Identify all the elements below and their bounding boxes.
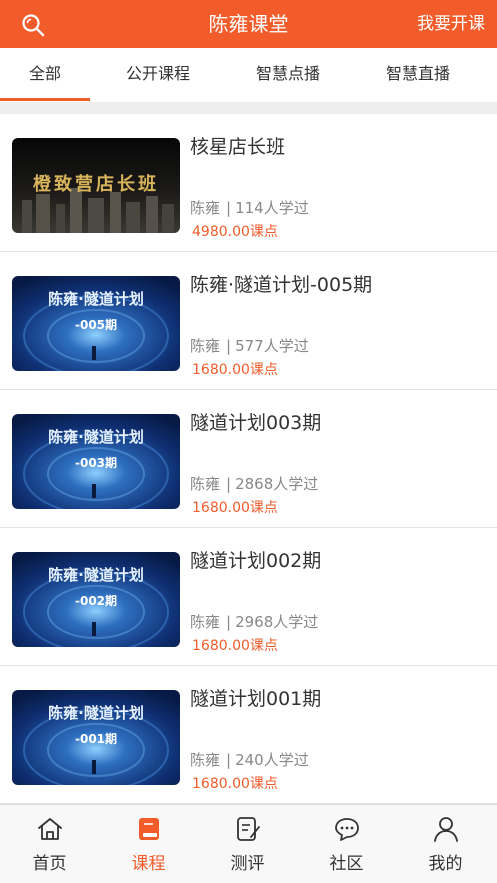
course-price: 1680.00课点 — [192, 500, 278, 516]
course-meta: 陈雍 | 2968人学过 — [190, 612, 318, 632]
course-item[interactable]: 陈雍·隧道计划 -001期 隧道计划001期 陈雍 | 240人学过 1680.00… — [0, 666, 497, 804]
nav-profile[interactable]: 我的 — [396, 805, 495, 883]
chat-icon — [333, 815, 361, 843]
nav-courses[interactable]: 课程 — [99, 805, 198, 883]
teacher-name: 陈雍 — [190, 475, 221, 493]
course-thumbnail: 陈雍·隧道计划 -005期 — [12, 276, 180, 371]
learner-count: 2868人学过 — [235, 475, 319, 493]
nav-label: 课程 — [131, 854, 166, 874]
course-thumbnail: 陈雍·隧道计划 -002期 — [12, 552, 180, 647]
course-item[interactable]: 陈雍·隧道计划 -005期 陈雍·隧道计划-005期 陈雍 | 577人学过 168… — [0, 252, 497, 390]
tab-public-courses[interactable]: 公开课程 — [108, 48, 208, 102]
section-divider — [0, 102, 497, 114]
category-tabs: 全部 公开课程 智慧点播 智慧直播 — [0, 48, 497, 102]
thumbnail-caption: 橙致营店长班 — [33, 173, 159, 195]
edit-icon — [234, 815, 262, 843]
tab-smart-live[interactable]: 智慧直播 — [366, 48, 470, 102]
nav-home[interactable]: 首页 — [0, 805, 99, 883]
course-item[interactable]: 陈雍·隧道计划 -002期 隧道计划002期 陈雍 | 2968人学过 1680.0… — [0, 528, 497, 666]
course-item[interactable]: 橙致营店长班 核星店长班 陈雍 | 114人学过 4980.00课点 — [0, 114, 497, 252]
course-price: 1680.00课点 — [192, 362, 278, 378]
meta-separator: | — [226, 337, 232, 355]
thumbnail-subcaption: -003期 — [75, 455, 117, 470]
meta-separator: | — [226, 613, 232, 631]
course-meta: 陈雍 | 2868人学过 — [190, 474, 318, 494]
thumbnail-subcaption: -001期 — [75, 731, 117, 746]
nav-label: 我的 — [428, 854, 463, 874]
thumbnail-caption: 陈雍·隧道计划 — [48, 290, 144, 308]
course-meta: 陈雍 | 577人学过 — [190, 336, 309, 356]
course-list: 橙致营店长班 核星店长班 陈雍 | 114人学过 4980.00课点 陈雍·隧道… — [0, 114, 497, 804]
learner-count: 240人学过 — [235, 751, 309, 769]
course-item[interactable]: 陈雍·隧道计划 -003期 隧道计划003期 陈雍 | 2868人学过 1680.0… — [0, 390, 497, 528]
teacher-name: 陈雍 — [190, 751, 221, 769]
course-meta: 陈雍 | 114人学过 — [190, 198, 309, 218]
teacher-name: 陈雍 — [190, 199, 221, 217]
thumbnail-subcaption: -002期 — [75, 593, 117, 608]
thumbnail-subcaption: -005期 — [75, 317, 117, 332]
learner-count: 577人学过 — [235, 337, 309, 355]
meta-separator: | — [226, 475, 232, 493]
course-price: 1680.00课点 — [192, 776, 278, 792]
top-bar: 陈雍课堂 我要开课 — [0, 0, 497, 48]
nav-assessment[interactable]: 测评 — [198, 805, 297, 883]
book-icon — [135, 815, 163, 843]
course-title: 陈雍·隧道计划-005期 — [190, 274, 373, 296]
nav-label: 测评 — [230, 854, 265, 874]
teacher-name: 陈雍 — [190, 337, 221, 355]
active-tab-indicator — [0, 98, 90, 101]
nav-community[interactable]: 社区 — [297, 805, 396, 883]
open-course-button[interactable]: 我要开课 — [417, 13, 485, 35]
course-thumbnail: 橙致营店长班 — [12, 138, 180, 233]
tab-smart-vod[interactable]: 智慧点播 — [236, 48, 340, 102]
user-icon — [432, 815, 460, 843]
course-meta: 陈雍 | 240人学过 — [190, 750, 309, 770]
thumbnail-caption: 陈雍·隧道计划 — [48, 566, 144, 584]
thumbnail-caption: 陈雍·隧道计划 — [48, 428, 144, 446]
teacher-name: 陈雍 — [190, 613, 221, 631]
course-title: 隧道计划003期 — [190, 412, 322, 434]
course-price: 1680.00课点 — [192, 638, 278, 654]
course-title: 隧道计划002期 — [190, 550, 322, 572]
meta-separator: | — [226, 751, 232, 769]
meta-separator: | — [226, 199, 232, 217]
bottom-navigation: 首页 课程 测评 社区 我的 — [0, 804, 497, 883]
course-thumbnail: 陈雍·隧道计划 -001期 — [12, 690, 180, 785]
course-price: 4980.00课点 — [192, 224, 278, 240]
learner-count: 2968人学过 — [235, 613, 319, 631]
app-root: 陈雍课堂 我要开课 全部 公开课程 智慧点播 智慧直播 橙致营店长班 核星店长班… — [0, 0, 497, 883]
course-title: 隧道计划001期 — [190, 688, 322, 710]
nav-label: 社区 — [329, 854, 364, 874]
course-title: 核星店长班 — [190, 136, 286, 158]
thumbnail-caption: 陈雍·隧道计划 — [48, 704, 144, 722]
nav-label: 首页 — [32, 854, 67, 874]
learner-count: 114人学过 — [235, 199, 309, 217]
tab-all[interactable]: 全部 — [0, 48, 90, 102]
course-thumbnail: 陈雍·隧道计划 -003期 — [12, 414, 180, 509]
home-icon — [36, 815, 64, 843]
